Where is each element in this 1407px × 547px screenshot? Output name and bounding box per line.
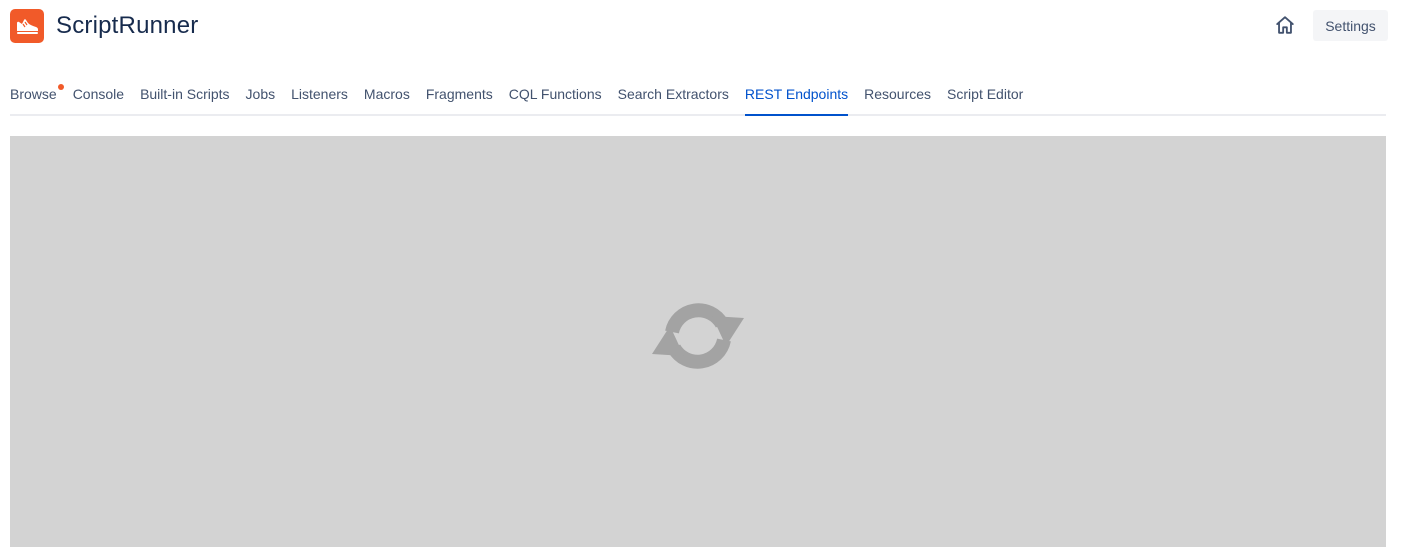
refresh-icon: [650, 298, 746, 374]
app-header: ScriptRunner: [10, 8, 198, 44]
tab-label: Browse: [10, 86, 57, 102]
notification-dot: [57, 84, 64, 90]
tab-console[interactable]: Console: [73, 82, 124, 114]
tab-label: Search Extractors: [617, 86, 729, 102]
tab-cql-functions[interactable]: CQL Functions: [509, 82, 602, 114]
tab-label: Resources: [864, 86, 932, 102]
tab-label: Console: [72, 86, 125, 102]
nav-tabs: Browse Console Built-in Scripts Jobs Lis…: [10, 82, 1386, 116]
sneaker-icon[interactable]: [10, 9, 44, 43]
app-title: ScriptRunner: [56, 12, 199, 39]
tab-resources[interactable]: Resources: [864, 82, 931, 114]
tab-rest-endpoints[interactable]: REST Endpoints: [744, 82, 849, 116]
tab-browse[interactable]: Browse: [10, 82, 64, 114]
tab-label: CQL Functions: [508, 86, 602, 102]
tab-fragments[interactable]: Fragments: [426, 82, 493, 114]
home-icon[interactable]: [1271, 11, 1299, 39]
tab-label: Macros: [363, 86, 410, 102]
tab-label: Script Editor: [947, 86, 1024, 102]
tab-jobs[interactable]: Jobs: [246, 82, 276, 114]
tab-script-editor[interactable]: Script Editor: [947, 82, 1023, 114]
tab-listeners[interactable]: Listeners: [291, 82, 348, 114]
tab-macros[interactable]: Macros: [364, 82, 410, 114]
tab-label: Listeners: [291, 86, 348, 102]
settings-button[interactable]: Settings: [1313, 10, 1388, 41]
tab-search-extractors[interactable]: Search Extractors: [618, 82, 729, 114]
tab-label: REST Endpoints: [744, 86, 849, 102]
page: ScriptRunner Settings Browse Console Bui…: [0, 0, 1407, 547]
tab-label: Jobs: [245, 86, 276, 102]
tab-label: Fragments: [425, 86, 493, 102]
loading-overlay: [10, 136, 1386, 547]
tab-label: Built-in Scripts: [140, 86, 230, 102]
tab-built-in-scripts[interactable]: Built-in Scripts: [140, 82, 229, 114]
